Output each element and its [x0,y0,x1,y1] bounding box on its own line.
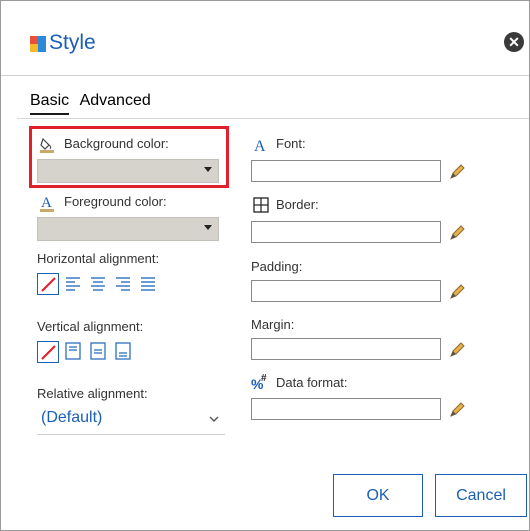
align-left-button[interactable] [63,273,85,295]
horizontal-alignment-buttons [37,273,187,297]
border-label: Border: [276,197,319,212]
align-center-button[interactable] [88,273,110,295]
horizontal-alignment-label: Horizontal alignment: [37,251,160,266]
font-icon: A [254,138,266,153]
no-vertical-alignment-button[interactable] [37,341,59,363]
chevron-down-icon [204,225,212,230]
no-alignment-button[interactable] [37,273,59,295]
vertical-alignment-buttons [37,341,157,365]
paint-bucket-icon [40,137,54,153]
pencil-icon[interactable] [448,163,466,181]
align-justify-button[interactable] [138,273,160,295]
padding-field[interactable] [251,280,441,302]
pencil-icon[interactable] [448,224,466,242]
font-field[interactable] [251,160,441,182]
align-top-button[interactable] [63,341,85,363]
background-color-picker[interactable] [37,159,219,183]
data-format-icon: % # [251,373,267,391]
tab-divider [17,118,529,119]
tab-basic[interactable]: Basic [30,92,70,115]
align-bottom-icon [115,342,131,360]
style-logo-icon [30,36,46,52]
align-center-icon [91,277,105,291]
svg-text:#: # [261,373,267,384]
foreground-color-label: Foreground color: [64,194,167,209]
pencil-icon[interactable] [448,283,466,301]
align-bottom-button[interactable] [113,341,135,363]
align-middle-icon [90,342,106,360]
data-format-field[interactable] [251,398,441,420]
pencil-icon[interactable] [448,401,466,419]
vertical-alignment-label: Vertical alignment: [37,319,144,334]
style-dialog: Style ✕ Basic Advanced Background color:… [0,0,530,531]
data-format-label: Data format: [276,375,348,390]
relative-alignment-label: Relative alignment: [37,386,148,401]
margin-field[interactable] [251,338,441,360]
relative-alignment-select[interactable]: (Default) [37,404,225,435]
align-justify-icon [141,277,155,291]
foreground-color-picker[interactable] [37,217,219,241]
align-right-button[interactable] [113,273,135,295]
close-icon[interactable]: ✕ [504,32,524,52]
svg-text:A: A [41,195,52,211]
svg-text:A: A [254,138,266,153]
border-icon [253,197,269,213]
align-left-icon [66,277,80,291]
chevron-down-icon [209,416,219,422]
font-label: Font: [276,136,306,151]
background-color-label: Background color: [64,136,169,151]
ok-button[interactable]: OK [333,474,423,517]
border-field[interactable] [251,221,441,243]
font-color-icon: A [40,195,54,212]
tab-advanced[interactable]: Advanced [80,92,151,110]
align-top-icon [65,342,81,360]
align-right-icon [116,277,130,291]
padding-label: Padding: [251,259,303,274]
align-middle-button[interactable] [88,341,110,363]
chevron-down-icon [204,167,212,172]
cancel-button[interactable]: Cancel [435,474,527,517]
dialog-title: Style [49,31,96,54]
pencil-icon[interactable] [448,341,466,359]
margin-label: Margin: [251,317,295,332]
relative-alignment-value: (Default) [41,409,103,426]
tab-bar: Basic Advanced [30,92,157,115]
dialog-header: Style ✕ [1,1,529,76]
